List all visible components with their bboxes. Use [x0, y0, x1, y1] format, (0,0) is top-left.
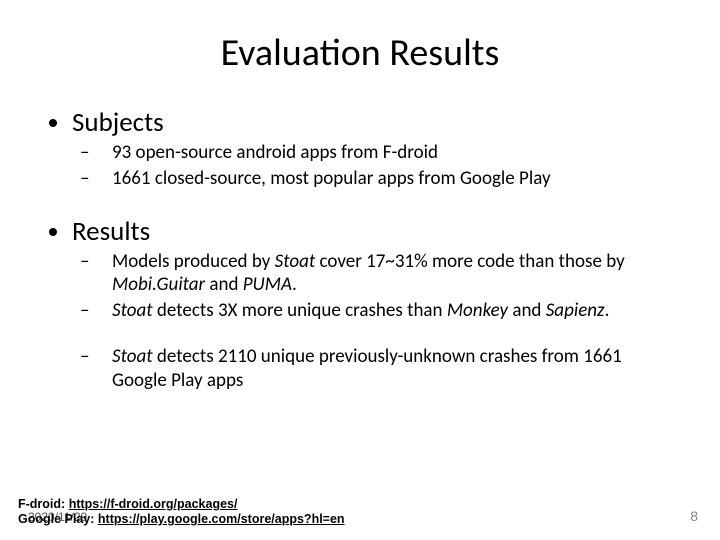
footnote-label: F-droid:: [18, 497, 69, 511]
footnote-link[interactable]: https://play.google.com/store/apps?hl=en: [98, 512, 345, 526]
list-item: Models produced by Stoat cover 17~31% mo…: [96, 250, 680, 298]
list-item: 93 open-source android apps from F-droid: [96, 141, 680, 165]
spacer: [96, 325, 680, 345]
section-items: 93 open-source android apps from F-droid…: [72, 141, 680, 191]
list-item: Stoat detects 2110 unique previously-unk…: [96, 345, 680, 393]
page-number: 8: [690, 508, 698, 524]
footnote-label: Google Play:: [18, 512, 98, 526]
footnote-link[interactable]: https://f-droid.org/packages/: [69, 497, 238, 511]
list-item: Stoat detects 3X more unique crashes tha…: [96, 299, 680, 323]
content-list: Subjects93 open-source android apps from…: [40, 106, 680, 392]
section-items: Models produced by Stoat cover 17~31% mo…: [72, 250, 680, 393]
footnote-row: F-droid: https://f-droid.org/packages/: [18, 497, 345, 513]
list-item: 1661 closed-source, most popular apps fr…: [96, 167, 680, 191]
footnotes: F-droid: https://f-droid.org/packages/Go…: [18, 497, 345, 528]
section-heading: Results: [72, 215, 680, 248]
slide-title: Evaluation Results: [40, 30, 680, 76]
slide: Evaluation Results Subjects93 open-sourc…: [0, 0, 720, 540]
footnote-row: Google Play: https://play.google.com/sto…: [18, 512, 345, 528]
section-heading: Subjects: [72, 106, 680, 139]
